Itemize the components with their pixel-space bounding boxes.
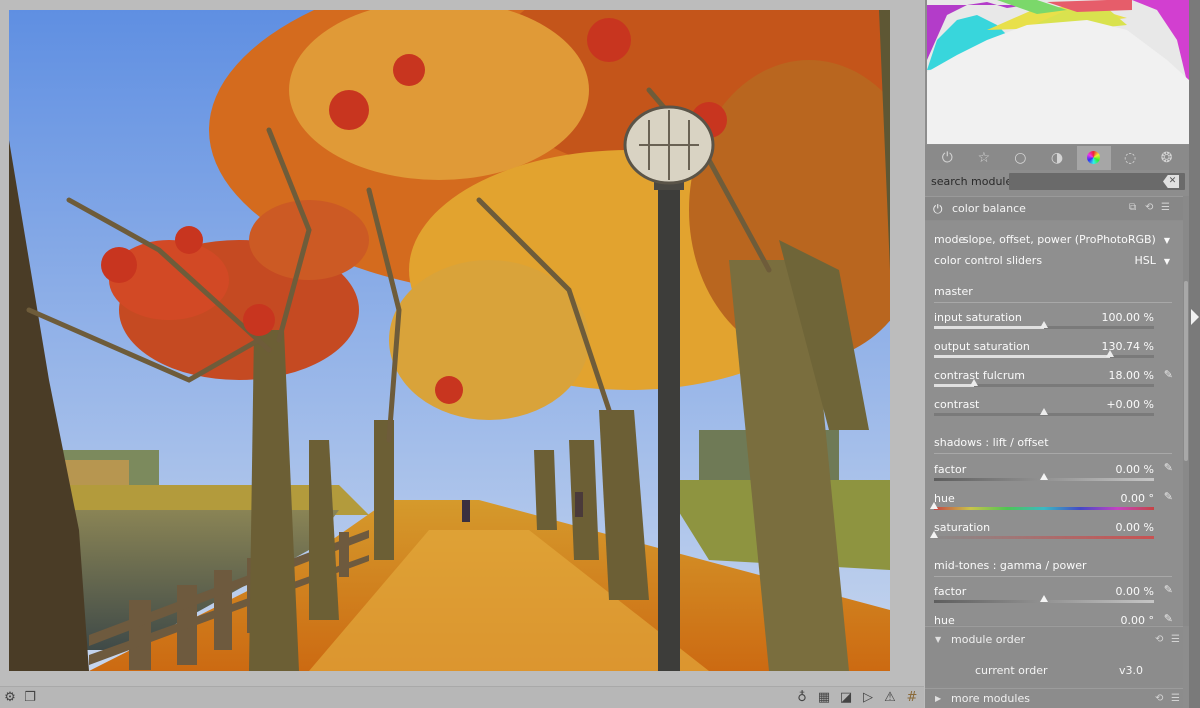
more-modules-title[interactable]: more modules (951, 692, 1030, 705)
favorites-tab-icon[interactable]: ☆ (967, 146, 1001, 170)
color-picker-icon[interactable]: ✎ (1164, 612, 1173, 625)
collapse-arrow-icon[interactable]: ▼ (935, 635, 941, 644)
slider-knob[interactable] (1040, 408, 1048, 415)
bulb-icon[interactable]: ♁ (794, 690, 810, 706)
clipping-icon[interactable]: ▷ (860, 690, 876, 706)
more-modules-module[interactable]: ▶ more modules ⟲ ☰ (925, 688, 1183, 708)
histogram[interactable] (927, 0, 1189, 144)
multi-instance-icon[interactable]: ⧉ (1129, 202, 1136, 213)
search-label: search module (931, 175, 1013, 188)
slider-value: 0.00 % (1115, 521, 1154, 534)
reset-icon[interactable]: ⟲ (1155, 634, 1163, 645)
reset-icon[interactable]: ⟲ (1155, 693, 1163, 704)
midtones-section-title: mid-tones : gamma / power (934, 559, 1172, 577)
histogram-graph (927, 0, 1189, 144)
collapse-panel-arrow-icon[interactable] (1191, 309, 1199, 325)
photo-preview[interactable] (9, 10, 890, 671)
slider-value: 100.00 % (1101, 311, 1154, 324)
active-modules-tab-icon[interactable]: ⏻ (930, 146, 964, 170)
dropdown-caret-icon: ▼ (1163, 236, 1170, 245)
color-picker-icon[interactable]: ✎ (1164, 490, 1173, 503)
slider-label: input saturation (934, 311, 1022, 324)
correct-tab-icon[interactable]: ◌ (1113, 146, 1147, 170)
effect-tab-icon[interactable]: ❂ (1150, 146, 1184, 170)
slider-knob[interactable] (1040, 473, 1048, 480)
slider-value: 0.00 % (1115, 585, 1154, 598)
slider-knob[interactable] (969, 379, 978, 386)
clear-search-icon[interactable]: ✕ (1163, 175, 1179, 188)
slider-label: contrast (934, 398, 980, 411)
scrollbar-thumb[interactable] (1184, 281, 1188, 461)
module-title: color balance (952, 202, 1026, 215)
color-tab-icon[interactable] (1076, 145, 1111, 170)
sliders-label: color control sliders (934, 254, 1043, 267)
slider-label: factor (934, 585, 967, 598)
current-order-label: current order (975, 664, 1048, 677)
search-module-row: search module ✕ (925, 170, 1189, 194)
darkroom-window: ⚙ ❐ ♁ ▦ ◪ ▷ ⚠ # ⏻ ☆ ○ ◑ ◌ ❂ search modul… (0, 0, 1200, 708)
right-edge-border (1189, 0, 1200, 708)
gamut-check-icon[interactable]: ◪ (838, 690, 854, 706)
current-order-value: v3.0 (1119, 664, 1144, 677)
slider-value: 0.00 ° (1120, 492, 1155, 505)
search-input[interactable]: ✕ (1009, 173, 1185, 190)
mode-label: mode (934, 233, 966, 246)
dropdown-caret-icon: ▼ (1163, 257, 1170, 266)
slider-knob[interactable] (1040, 595, 1048, 602)
image-canvas[interactable] (0, 0, 924, 686)
slider-label: factor (934, 463, 967, 476)
mode-value: slope, offset, power (ProPhotoRGB) (962, 233, 1156, 246)
slider-label: contrast fulcrum (934, 369, 1026, 382)
bottom-toolbar: ⚙ ❐ ♁ ▦ ◪ ▷ ⚠ # (0, 686, 924, 708)
slider-knob[interactable] (1106, 350, 1114, 357)
slider-knob[interactable] (930, 531, 938, 538)
autumn-park-photo (9, 10, 890, 671)
color-picker-icon[interactable]: ✎ (1164, 461, 1173, 474)
overexposed-icon[interactable]: ⚠ (882, 690, 898, 706)
slider-knob[interactable] (930, 502, 938, 509)
presets-menu-icon[interactable]: ☰ (1171, 634, 1180, 645)
slider-value: +0.00 % (1106, 398, 1154, 411)
module-order-title[interactable]: module order (951, 633, 1025, 646)
module-power-icon[interactable]: ⏻ (933, 202, 943, 217)
presets-icon[interactable]: ⚙ (2, 690, 18, 706)
slider-value: 0.00 % (1115, 463, 1154, 476)
softproof-icon[interactable]: ▦ (816, 690, 832, 706)
shadows-section-title: shadows : lift / offset (934, 436, 1172, 454)
expand-arrow-icon[interactable]: ▶ (935, 694, 941, 703)
module-group-tabs: ⏻ ☆ ○ ◑ ◌ ❂ (925, 145, 1189, 170)
styles-icon[interactable]: ❐ (22, 690, 38, 706)
sliders-value: HSL (1134, 254, 1156, 267)
slider-knob[interactable] (1040, 321, 1048, 328)
slider-label: hue (934, 614, 955, 625)
presets-menu-icon[interactable]: ☰ (1171, 693, 1180, 704)
master-section-title: master (934, 285, 1172, 303)
module-order-module: ▼ module order ⟲ ☰ current order v3.0 (925, 626, 1183, 686)
tone-tab-icon[interactable]: ◑ (1040, 146, 1074, 170)
slider-value: 18.00 % (1108, 369, 1154, 382)
slider-label: output saturation (934, 340, 1030, 353)
color-balance-header[interactable]: ⏻ color balance ⧉ ⟲ ☰ (925, 196, 1183, 220)
reset-icon[interactable]: ⟲ (1145, 202, 1153, 213)
base-tab-icon[interactable]: ○ (1003, 146, 1037, 170)
slider-value: 0.00 ° (1120, 614, 1155, 625)
color-picker-icon[interactable]: ✎ (1164, 368, 1173, 381)
color-balance-body: mode slope, offset, power (ProPhotoRGB) ▼… (925, 221, 1183, 625)
slider-label: saturation (934, 521, 991, 534)
color-picker-icon[interactable]: ✎ (1164, 583, 1173, 596)
presets-menu-icon[interactable]: ☰ (1161, 202, 1170, 213)
guides-icon[interactable]: # (904, 690, 920, 706)
